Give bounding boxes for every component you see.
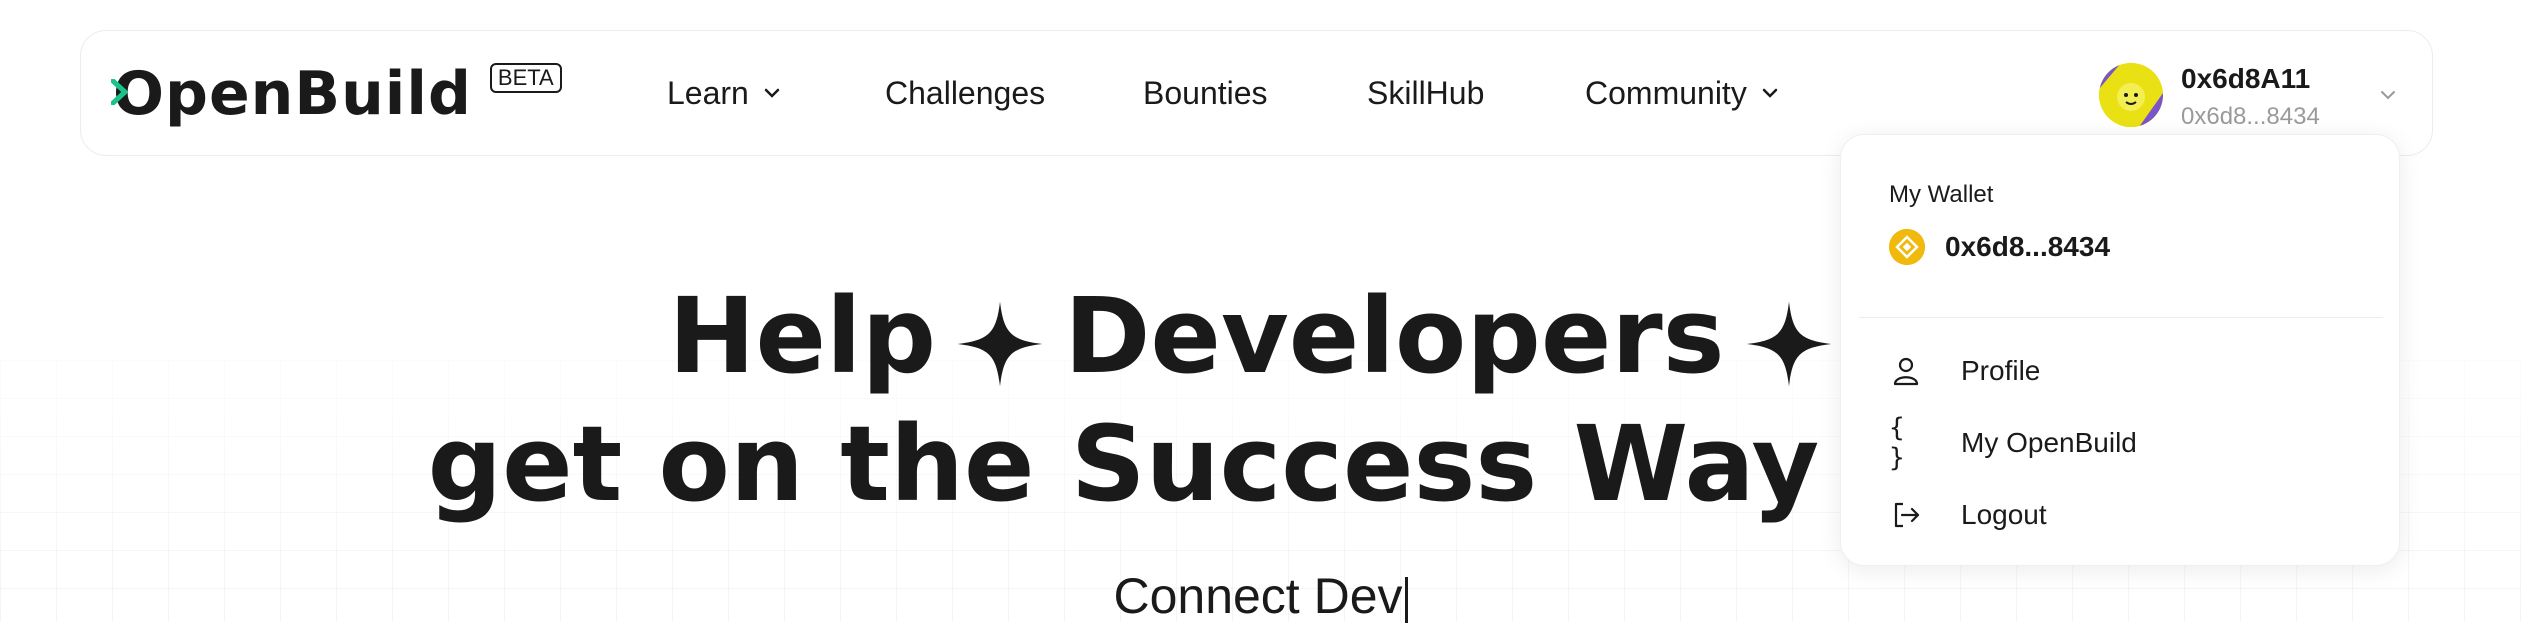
avatar xyxy=(2099,63,2163,127)
menu-item-label: Profile xyxy=(1961,355,2041,386)
account-menu-trigger[interactable]: 0x6d8A11 0x6d8...8434 xyxy=(2099,57,2419,131)
account-address: 0x6d8...8434 xyxy=(2181,103,2320,130)
hero-word-developers: Developers xyxy=(1064,275,1725,397)
braces-icon: { } xyxy=(1889,413,1905,473)
nav-community[interactable]: Community xyxy=(1585,71,1779,115)
beta-badge: BETA xyxy=(489,63,562,93)
account-name: 0x6d8A11 xyxy=(2181,63,2311,94)
bnb-coin-icon xyxy=(1889,229,1925,265)
logout-icon xyxy=(1889,498,1923,532)
nav-learn[interactable]: Learn xyxy=(667,71,781,115)
account-chevron-down-icon[interactable] xyxy=(2379,89,2397,101)
logo-chevron-icon xyxy=(111,79,128,105)
avatar-pattern-icon xyxy=(2099,63,2163,127)
menu-item-profile[interactable]: Profile xyxy=(1889,349,2359,393)
nav-skillhub[interactable]: SkillHub xyxy=(1367,71,1484,115)
wallet-label: My Wallet xyxy=(1889,181,1994,208)
account-dropdown: My Wallet 0x6d8...8434 Profile { } My Op… xyxy=(1840,134,2400,566)
sparkle-icon xyxy=(957,301,1043,387)
hero-word-help: Help xyxy=(668,275,937,397)
chevron-down-icon xyxy=(1762,88,1778,98)
user-icon xyxy=(1889,354,1923,388)
dropdown-divider xyxy=(1859,317,2383,318)
nav-community-label: Community xyxy=(1585,75,1747,111)
openbuild-logo[interactable]: OpenBuild BETA xyxy=(113,59,562,129)
chevron-down-icon xyxy=(764,88,780,98)
logo-wordmark: OpenBuild xyxy=(113,59,472,129)
sparkle-icon xyxy=(1746,301,1831,387)
nav-learn-label: Learn xyxy=(667,75,749,111)
nav-bounties[interactable]: Bounties xyxy=(1143,71,1268,115)
menu-item-logout[interactable]: Logout xyxy=(1889,493,2359,537)
wallet-address[interactable]: 0x6d8...8434 xyxy=(1945,231,2110,263)
menu-item-label: My OpenBuild xyxy=(1961,427,2137,458)
menu-item-my-openbuild[interactable]: { } My OpenBuild xyxy=(1889,413,2359,473)
nav-challenges[interactable]: Challenges xyxy=(885,71,1045,115)
menu-item-label: Logout xyxy=(1961,499,2047,530)
typing-text: Connect Dev xyxy=(1113,568,1403,624)
hero-typing-text: Connect Dev xyxy=(0,566,2521,626)
typing-cursor xyxy=(1404,576,1408,623)
